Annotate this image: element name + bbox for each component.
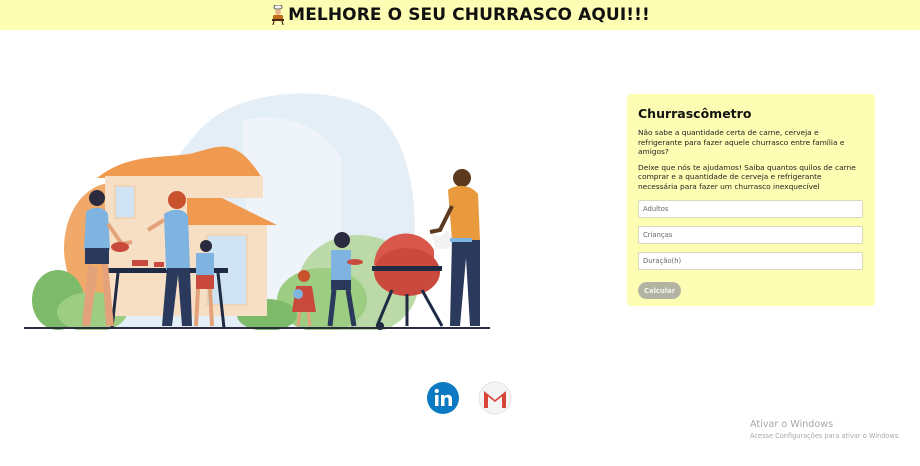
calculator-intro: Não sabe a quantidade certa de carne, ce… — [638, 128, 845, 157]
gmail-link[interactable] — [478, 381, 512, 415]
grill-chef-icon — [272, 5, 285, 25]
calculate-button[interactable]: Calcular — [638, 282, 682, 300]
duration-input[interactable] — [638, 251, 863, 270]
calculator-help: Deixe que nós te ajudamos! Saiba quantos… — [638, 162, 856, 191]
linkedin-link[interactable] — [426, 381, 460, 415]
gmail-icon — [478, 381, 512, 415]
adults-input[interactable] — [638, 199, 863, 218]
watermark-subtitle: Acesse Configurações para ativar o Windo… — [750, 432, 901, 440]
children-input[interactable] — [638, 225, 863, 244]
page-title: MELHORE O SEU CHURRASCO AQUI!!! — [270, 5, 650, 25]
page-header: MELHORE O SEU CHURRASCO AQUI!!! — [0, 0, 920, 30]
linkedin-icon — [427, 382, 459, 414]
churrascometro-panel: Churrascômetro Não sabe a quantidade cer… — [627, 94, 875, 306]
calculator-title: Churrascômetro — [638, 106, 752, 121]
windows-activation-watermark: Ativar o Windows Acesse Configurações pa… — [750, 419, 900, 440]
watermark-title: Ativar o Windows — [750, 419, 834, 430]
barbecue-illustration — [24, 93, 490, 330]
page-title-text: MELHORE O SEU CHURRASCO AQUI!!! — [288, 5, 650, 25]
